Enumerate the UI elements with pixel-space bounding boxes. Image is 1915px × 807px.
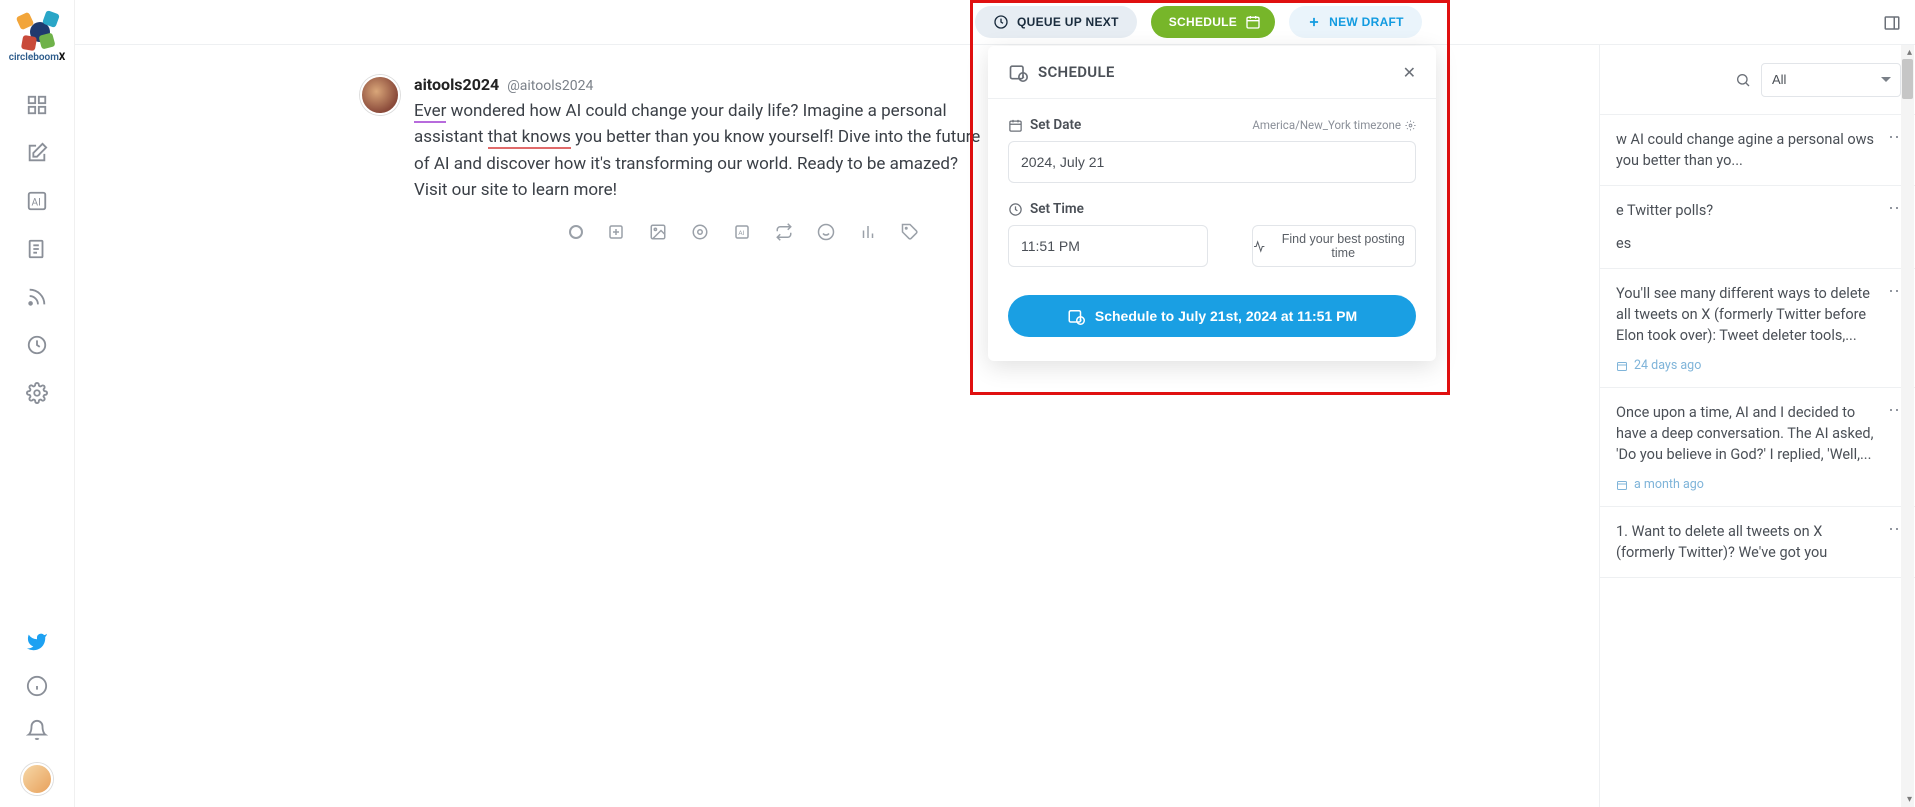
ai-assist-icon[interactable]: AI: [733, 223, 751, 241]
settings-icon[interactable]: [26, 382, 48, 404]
new-draft-button[interactable]: NEW DRAFT: [1289, 6, 1422, 38]
history-icon[interactable]: [26, 334, 48, 356]
draft-item[interactable]: 1. Want to delete all tweets on X (forme…: [1600, 507, 1915, 578]
queue-up-next-button[interactable]: QUEUE UP NEXT: [975, 6, 1137, 38]
filter-select[interactable]: All: [1761, 63, 1901, 97]
search-icon[interactable]: [1735, 72, 1751, 88]
compose-toolbar: AI: [569, 223, 985, 241]
set-date-label: Set Date: [1008, 117, 1081, 133]
date-icon: [1008, 118, 1023, 133]
poll-icon[interactable]: [859, 223, 877, 241]
draft-text: w AI could change agine a personal ows y…: [1616, 129, 1899, 171]
left-sidebar: circleboomX AI: [0, 0, 75, 807]
draft-text: Once upon a time, AI and I decided to ha…: [1616, 402, 1899, 465]
compose-text[interactable]: Ever wondered how AI could change your d…: [414, 98, 985, 203]
collapse-panel-icon[interactable]: [1883, 14, 1901, 32]
scrollbar[interactable]: ▴ ▾: [1901, 45, 1914, 807]
author-line: aitools2024 @aitools2024: [414, 75, 985, 94]
draft-item[interactable]: Once upon a time, AI and I decided to ha…: [1600, 388, 1915, 507]
add-thread-icon[interactable]: [607, 223, 625, 241]
twitter-icon[interactable]: [26, 631, 48, 653]
panel-title: SCHEDULE: [1008, 62, 1115, 82]
ai-icon[interactable]: AI: [26, 190, 48, 212]
user-avatar[interactable]: [21, 763, 53, 795]
retweet-icon[interactable]: [775, 223, 793, 241]
gif-icon[interactable]: [691, 223, 709, 241]
schedule-button[interactable]: SCHEDULE: [1151, 6, 1275, 38]
best-posting-time-button[interactable]: Find your best posting time: [1252, 225, 1416, 267]
set-time-label: Set Time: [1008, 201, 1084, 217]
compose-icon[interactable]: [26, 142, 48, 164]
brand-logo[interactable]: circleboomX: [6, 8, 68, 70]
compose-area: aitools2024 @aitools2024 Ever wondered h…: [75, 45, 985, 241]
drafts-column: All w AI could change agine a personal o…: [1599, 45, 1915, 807]
clock-icon: [1008, 202, 1023, 217]
calendar-icon: [1008, 62, 1028, 82]
draft-text: e Twitter polls?: [1616, 200, 1899, 221]
posts-icon[interactable]: [26, 238, 48, 260]
svg-text:AI: AI: [32, 198, 41, 209]
timezone-label[interactable]: America/New_York timezone: [1252, 118, 1416, 132]
schedule-panel: SCHEDULE ✕ Set Date America/New_York tim…: [988, 46, 1436, 361]
draft-date: a month ago: [1616, 477, 1899, 492]
bell-icon[interactable]: [26, 719, 48, 741]
draft-item[interactable]: You'll see many different ways to delete…: [1600, 269, 1915, 388]
gear-small-icon: [1405, 120, 1416, 131]
calendar-check-icon: [1067, 307, 1085, 325]
draft-item[interactable]: w AI could change agine a personal ows y…: [1600, 115, 1915, 186]
time-input[interactable]: [1008, 225, 1208, 267]
svg-text:AI: AI: [738, 229, 744, 237]
emoji-icon[interactable]: [817, 223, 835, 241]
draft-date: 24 days ago: [1616, 358, 1899, 373]
image-icon[interactable]: [649, 223, 667, 241]
char-count-icon: [569, 225, 583, 239]
close-icon[interactable]: ✕: [1403, 63, 1416, 82]
date-input[interactable]: [1008, 141, 1416, 183]
draft-text: You'll see many different ways to delete…: [1616, 283, 1899, 346]
draft-text: 1. Want to delete all tweets on X (forme…: [1616, 521, 1899, 563]
schedule-submit-button[interactable]: Schedule to July 21st, 2024 at 11:51 PM: [1008, 295, 1416, 337]
activity-icon: [1253, 240, 1265, 253]
tag-icon[interactable]: [901, 223, 919, 241]
draft-item[interactable]: e Twitter polls?es⋯: [1600, 186, 1915, 269]
info-icon[interactable]: [26, 675, 48, 697]
author-avatar[interactable]: [360, 75, 400, 115]
rss-icon[interactable]: [26, 286, 48, 308]
dashboard-icon[interactable]: [26, 94, 48, 116]
